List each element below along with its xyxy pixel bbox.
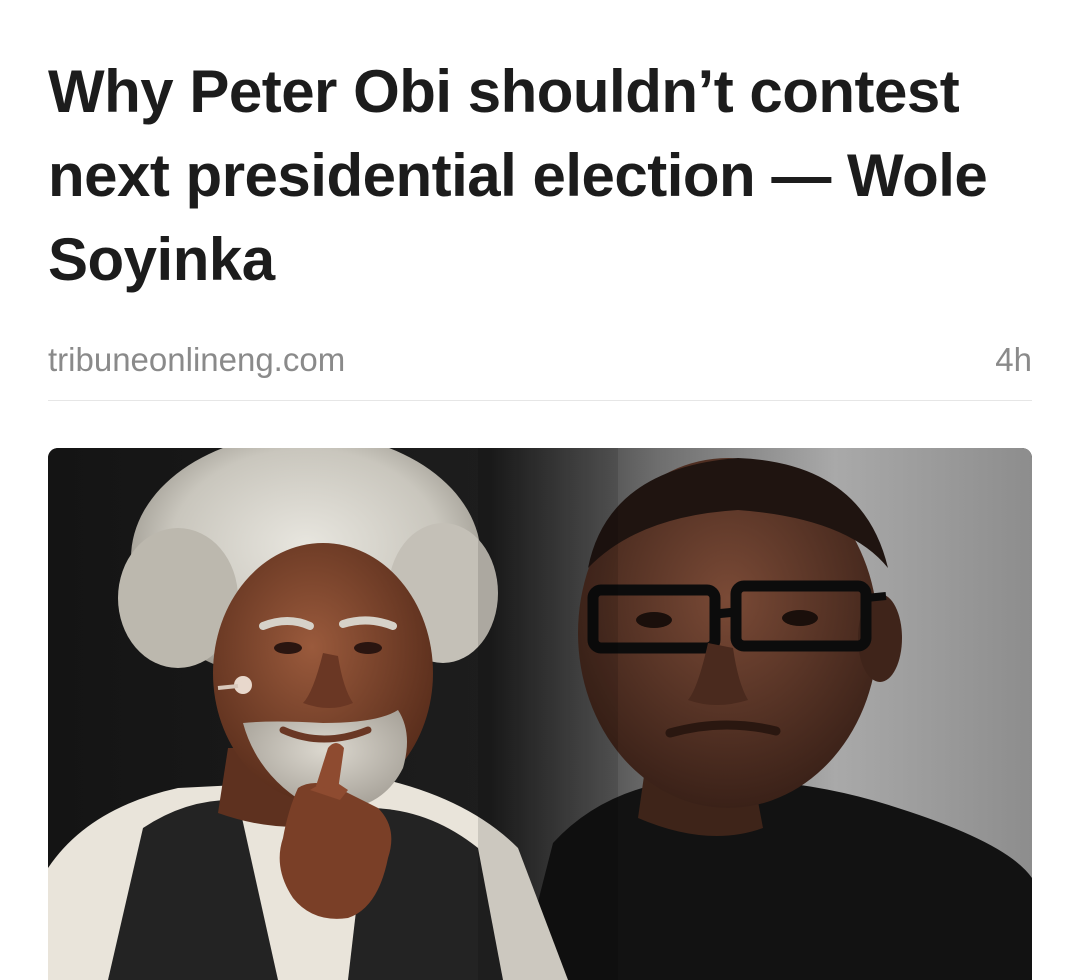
article-headline[interactable]: Why Peter Obi shouldn’t contest next pre… bbox=[48, 50, 1038, 302]
news-article-card[interactable]: Why Peter Obi shouldn’t contest next pre… bbox=[48, 0, 1032, 980]
article-thumbnail-image[interactable] bbox=[48, 448, 1032, 980]
article-meta: tribuneonlineng.com 4h bbox=[48, 336, 1032, 401]
article-timestamp: 4h bbox=[995, 341, 1032, 378]
article-source[interactable]: tribuneonlineng.com bbox=[48, 338, 345, 382]
